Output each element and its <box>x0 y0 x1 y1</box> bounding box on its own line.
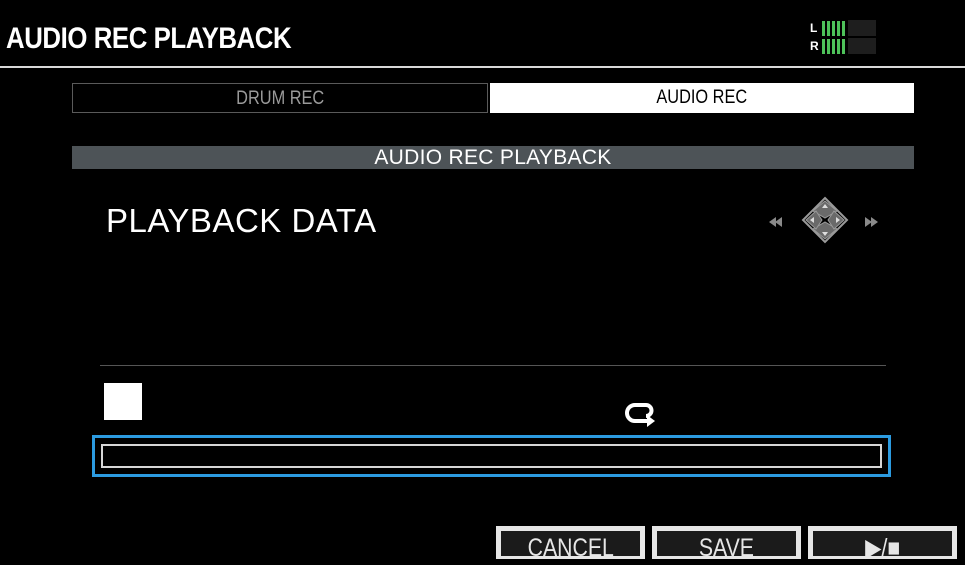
tab-drum-rec[interactable]: DRUM REC <box>72 83 488 113</box>
section-header: AUDIO REC PLAYBACK <box>72 146 914 169</box>
rec-tabs: DRUM REC AUDIO REC <box>72 83 914 113</box>
cursor-diamond-icon <box>801 196 849 244</box>
cancel-button[interactable]: CANCEL <box>496 526 645 562</box>
stop-square-icon <box>104 383 142 420</box>
level-meter-left: L <box>810 20 876 36</box>
playback-data-label: PLAYBACK DATA <box>106 202 377 239</box>
fast-forward-icon <box>865 217 878 227</box>
page-title: AUDIO REC PLAYBACK <box>6 22 292 55</box>
save-button[interactable]: SAVE <box>652 526 801 562</box>
play-stop-button[interactable]: ▶/■ <box>808 526 957 562</box>
level-meter: L R <box>810 18 876 58</box>
title-bar: AUDIO REC PLAYBACK L R <box>0 14 965 68</box>
playback-data-value <box>101 444 882 468</box>
play-stop-button-label: ▶/■ <box>864 534 901 562</box>
cursor-pad-icon <box>765 192 883 252</box>
save-button-label: SAVE <box>698 534 755 562</box>
meter-channel-label-right: R <box>810 39 819 53</box>
rewind-icon <box>769 217 782 227</box>
playback-data-field[interactable] <box>92 435 891 477</box>
meter-channel-label-left: L <box>810 21 818 35</box>
tab-audio-rec[interactable]: AUDIO REC <box>490 83 914 113</box>
tab-audio-rec-label: AUDIO REC <box>656 87 748 108</box>
loop-icon <box>624 396 660 430</box>
cancel-button-label: CANCEL <box>527 534 614 562</box>
divider <box>100 365 886 366</box>
tab-drum-rec-label: DRUM REC <box>235 88 325 109</box>
level-meter-right: R <box>810 38 876 54</box>
